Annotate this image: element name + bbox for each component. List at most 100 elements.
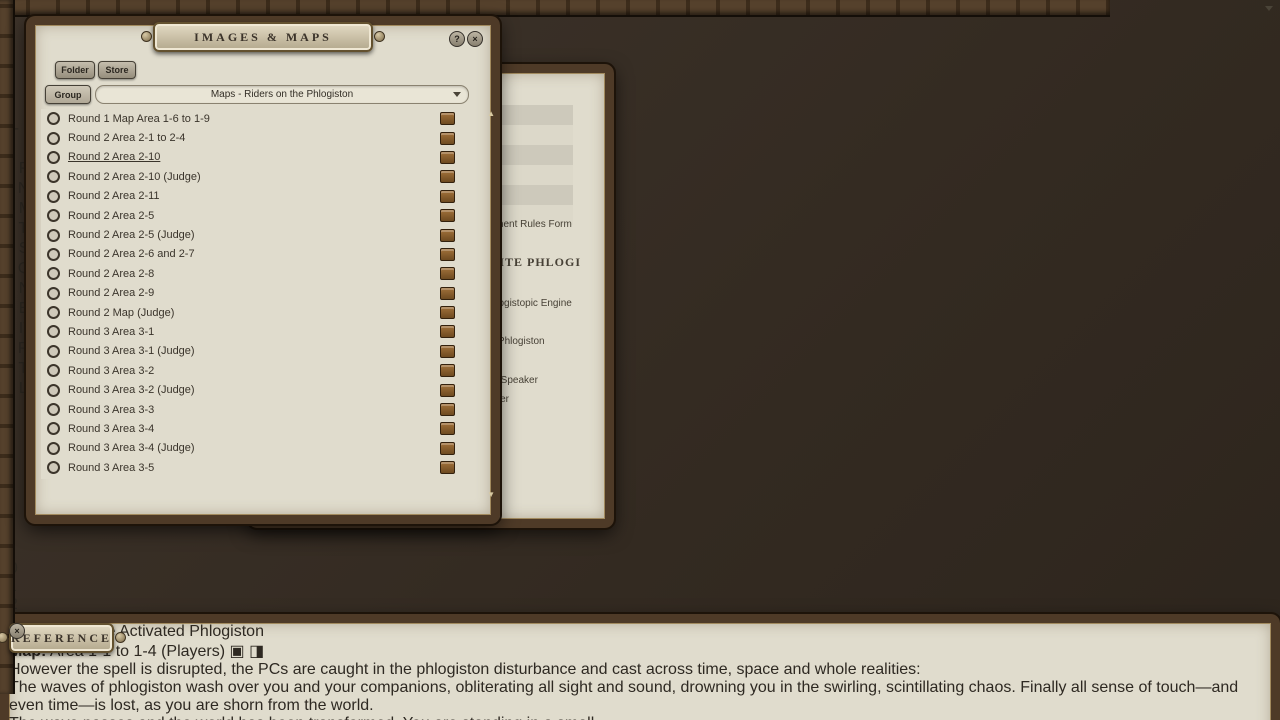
map-list-item-label: Round 2 Area 2-6 and 2-7 xyxy=(68,248,440,260)
map-list-item-label: Round 3 Area 3-1 xyxy=(68,326,440,338)
map-thumbnail-icon[interactable] xyxy=(440,209,455,222)
item-bullet-icon xyxy=(47,384,60,397)
item-bullet-icon xyxy=(47,287,60,300)
map-list-item[interactable]: Round 3 Area 3-2 xyxy=(41,361,465,380)
share-to-players-icon[interactable]: ▣ xyxy=(230,643,245,660)
preview-icon[interactable]: ◨ xyxy=(249,643,264,660)
map-thumbnail-icon[interactable] xyxy=(440,461,455,474)
map-list-item-label: Round 2 Map (Judge) xyxy=(68,307,440,319)
images-maps-window: IMAGES & MAPS ? × Folder Store Group Map… xyxy=(26,16,500,524)
map-list-item[interactable]: Round 2 Map (Judge) xyxy=(41,303,465,322)
close-button[interactable]: × xyxy=(467,31,483,47)
map-thumbnail-icon[interactable] xyxy=(440,248,455,261)
map-thumbnail-icon[interactable] xyxy=(440,151,455,164)
map-thumbnail-icon[interactable] xyxy=(440,325,455,338)
window-title-plate[interactable]: IMAGES & MAPS xyxy=(153,22,373,52)
hotbar-slot[interactable]: 8 xyxy=(0,524,1280,542)
map-list-item[interactable]: Round 3 Area 3-1 xyxy=(41,322,465,341)
map-list-item[interactable]: Round 2 Area 2-1 to 2-4 xyxy=(41,128,465,147)
map-thumbnail-icon[interactable] xyxy=(440,170,455,183)
maps-list: Round 1 Map Area 1-6 to 1-9 Round 2 Area… xyxy=(41,109,465,479)
section-heading: Area 1-1 – The Activated Phlogiston xyxy=(9,623,1271,641)
map-list-item[interactable]: Round 2 Area 2-9 xyxy=(41,284,465,303)
map-list-item[interactable]: Round 2 Area 2-10 (Judge) xyxy=(41,167,465,186)
item-bullet-icon xyxy=(47,267,60,280)
map-list-item[interactable]: Round 3 Area 3-4 (Judge) xyxy=(41,439,465,458)
map-list-item[interactable]: Round 2 Area 2-10 xyxy=(41,148,465,167)
map-list-item-label: Round 3 Area 3-5 xyxy=(68,462,440,474)
map-thumbnail-icon[interactable] xyxy=(440,112,455,125)
read-aloud-box: The waves of phlogiston wash over you an… xyxy=(9,679,1271,715)
item-bullet-icon xyxy=(47,345,60,358)
help-button[interactable]: ? xyxy=(449,31,465,47)
window-title-plate[interactable]: REFERENCE xyxy=(9,623,114,653)
close-button[interactable]: × xyxy=(9,623,25,639)
item-bullet-icon xyxy=(47,325,60,338)
map-reference-row: Map: Area 1-1 to 1-4 (Players) ▣ ◨ xyxy=(9,641,1271,661)
item-bullet-icon xyxy=(47,190,60,203)
item-bullet-icon xyxy=(47,306,60,319)
group-dropdown-value: Maps - Riders on the Phlogiston xyxy=(211,89,353,100)
group-dropdown[interactable]: Maps - Riders on the Phlogiston xyxy=(95,85,469,104)
map-list-item-label: Round 2 Area 2-5 (Judge) xyxy=(68,229,440,241)
map-thumbnail-icon[interactable] xyxy=(440,190,455,203)
map-list-item[interactable]: Round 1 Map Area 1-6 to 1-9 xyxy=(41,109,465,128)
item-bullet-icon xyxy=(47,112,60,125)
desktop-frame-left xyxy=(0,0,15,694)
map-list-item-label: Round 2 Area 2-10 (Judge) xyxy=(68,171,440,183)
map-list-item-label: Round 2 Area 2-5 xyxy=(68,210,440,222)
item-bullet-icon xyxy=(47,132,60,145)
hotbar-slot[interactable]: 12 xyxy=(0,596,1280,614)
dropdown-arrow-icon xyxy=(1265,6,1273,11)
item-bullet-icon xyxy=(47,229,60,242)
hotbar-slot[interactable]: 10 xyxy=(0,560,1280,578)
item-bullet-icon xyxy=(47,151,60,164)
map-thumbnail-icon[interactable] xyxy=(440,442,455,455)
map-list-item[interactable]: Round 2 Area 2-6 and 2-7 xyxy=(41,245,465,264)
map-list-item-label: Round 3 Area 3-2 xyxy=(68,365,440,377)
map-list-item[interactable]: Round 3 Area 3-2 (Judge) xyxy=(41,380,465,399)
map-list-item-label: Round 2 Area 2-10 xyxy=(68,151,440,163)
map-list-item[interactable]: Round 3 Area 3-1 (Judge) xyxy=(41,342,465,361)
item-bullet-icon xyxy=(47,170,60,183)
map-list-item[interactable]: Round 2 Area 2-11 xyxy=(41,187,465,206)
map-list-item-label: Round 3 Area 3-2 (Judge) xyxy=(68,384,440,396)
item-bullet-icon xyxy=(47,461,60,474)
item-bullet-icon xyxy=(47,364,60,377)
store-button[interactable]: Store xyxy=(98,61,136,79)
read-aloud-line: The wave passes and the world has been t… xyxy=(9,715,1271,720)
hotbar-slot[interactable]: 11 xyxy=(0,578,1280,596)
map-thumbnail-icon[interactable] xyxy=(440,384,455,397)
map-thumbnail-icon[interactable] xyxy=(440,422,455,435)
window-title: IMAGES & MAPS xyxy=(194,30,332,45)
map-list-item[interactable]: Round 2 Area 2-5 xyxy=(41,206,465,225)
map-list-item-label: Round 2 Area 2-1 to 2-4 xyxy=(68,132,440,144)
map-list-item-label: Round 2 Area 2-11 xyxy=(68,190,440,202)
map-list-item[interactable]: Round 3 Area 3-5 xyxy=(41,458,465,477)
scroll-down-icon[interactable]: ▼ xyxy=(487,490,495,499)
map-thumbnail-icon[interactable] xyxy=(440,267,455,280)
map-list-item[interactable]: Round 2 Area 2-5 (Judge) xyxy=(41,225,465,244)
map-list-item[interactable]: Round 3 Area 3-4 xyxy=(41,419,465,438)
item-bullet-icon xyxy=(47,248,60,261)
folder-button[interactable]: Folder xyxy=(55,61,95,79)
map-thumbnail-icon[interactable] xyxy=(440,306,455,319)
hotbar-slot[interactable]: 9 xyxy=(0,542,1280,560)
map-list-item[interactable]: Round 2 Area 2-8 xyxy=(41,264,465,283)
map-list-item-label: Round 1 Map Area 1-6 to 1-9 xyxy=(68,113,440,125)
map-thumbnail-icon[interactable] xyxy=(440,364,455,377)
map-list-item-label: Round 2 Area 2-8 xyxy=(68,268,440,280)
map-list-item-label: Round 3 Area 3-1 (Judge) xyxy=(68,345,440,357)
reference-window: REFERENCE × Area 1-1 – The Activated Phl… xyxy=(0,614,1280,720)
map-thumbnail-icon[interactable] xyxy=(440,229,455,242)
map-thumbnail-icon[interactable] xyxy=(440,345,455,358)
map-thumbnail-icon[interactable] xyxy=(440,287,455,300)
map-thumbnail-icon[interactable] xyxy=(440,403,455,416)
story-paragraph: However the spell is disrupted, the PCs … xyxy=(9,661,1271,679)
item-bullet-icon xyxy=(47,209,60,222)
fantasy-grounds-desktop: ⚄▦⚙⚖◆⚜+/-♟ ♔ PC ✎ NOTES ⚑ MAPS ☰ TABLES … xyxy=(0,0,1280,720)
map-thumbnail-icon[interactable] xyxy=(440,132,455,145)
map-list-item[interactable]: Round 3 Area 3-3 xyxy=(41,400,465,419)
item-bullet-icon xyxy=(47,422,60,435)
scroll-up-icon[interactable]: ▲ xyxy=(487,109,495,118)
